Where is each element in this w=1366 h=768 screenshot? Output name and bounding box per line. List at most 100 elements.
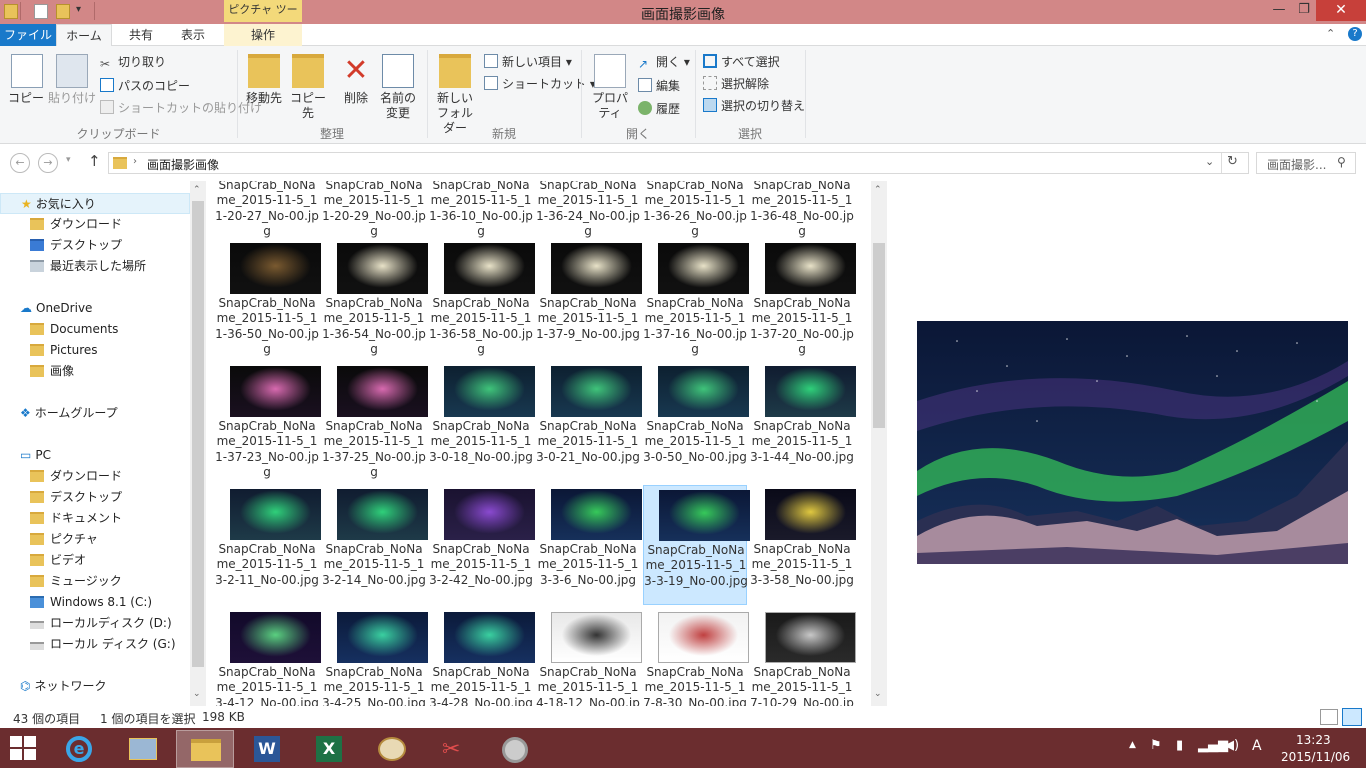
file-item[interactable]: SnapCrab_NoName_2015-11-5_13-4-12_No-00.…: [215, 608, 321, 706]
nav-onedrive[interactable]: ☁ OneDrive: [0, 298, 190, 319]
cut-button[interactable]: ✂ 切り取り: [100, 52, 166, 72]
nav-downloads[interactable]: ダウンロード: [0, 214, 190, 235]
tab-file[interactable]: ファイル: [0, 24, 56, 46]
file-item[interactable]: SnapCrab_NoName_2015-11-5_11-36-24_No-00…: [536, 181, 640, 241]
clock-time[interactable]: 13:23: [1296, 733, 1331, 747]
back-button[interactable]: ←: [10, 153, 30, 173]
word-icon[interactable]: W: [238, 730, 296, 768]
nav-pc-documents[interactable]: ドキュメント: [0, 508, 190, 529]
edit-button[interactable]: 編集: [638, 76, 680, 96]
file-explorer-icon[interactable]: [176, 730, 234, 768]
file-item[interactable]: SnapCrab_NoName_2015-11-5_11-37-16_No-00…: [643, 239, 749, 359]
nav-drive-g[interactable]: ローカル ディスク (G:): [0, 634, 190, 655]
internet-explorer-icon[interactable]: e: [50, 730, 108, 768]
nav-pc-pictures[interactable]: ピクチャ: [0, 529, 190, 550]
nav-documents[interactable]: Documents: [0, 319, 190, 340]
forward-button[interactable]: →: [38, 153, 58, 173]
file-item[interactable]: SnapCrab_NoName_2015-11-5_13-3-58_No-00.…: [750, 485, 856, 605]
nav-pc-downloads[interactable]: ダウンロード: [0, 466, 190, 487]
clock-date[interactable]: 2015/11/06: [1281, 750, 1350, 764]
file-item[interactable]: SnapCrab_NoName_2015-11-5_13-0-50_No-00.…: [643, 362, 749, 482]
rename-button[interactable]: 名前の 変更: [378, 54, 418, 121]
file-item[interactable]: SnapCrab_NoName_2015-11-5_13-3-19_No-00.…: [643, 485, 750, 605]
large-icons-view-icon[interactable]: [1342, 708, 1362, 726]
address-dropdown-icon[interactable]: ⌄: [1205, 155, 1214, 168]
delete-button[interactable]: ✕ 削除: [338, 54, 374, 106]
mail-icon[interactable]: [114, 730, 172, 768]
up-button[interactable]: ↑: [88, 152, 101, 170]
select-none-button[interactable]: 選択解除: [703, 74, 769, 94]
collapse-ribbon-icon[interactable]: ⌃: [1326, 27, 1335, 40]
file-item[interactable]: SnapCrab_NoName_2015-11-5_13-2-14_No-00.…: [322, 485, 428, 605]
nav-favorites[interactable]: ★ お気に入り: [0, 193, 190, 214]
file-item[interactable]: SnapCrab_NoName_2015-11-5_11-37-20_No-00…: [750, 239, 856, 359]
search-input[interactable]: 画面撮影... ⚲: [1256, 152, 1356, 174]
file-item[interactable]: SnapCrab_NoName_2015-11-5_11-37-23_No-00…: [215, 362, 321, 482]
file-item[interactable]: SnapCrab_NoName_2015-11-5_11-36-58_No-00…: [429, 239, 535, 359]
search-icon[interactable]: ⚲: [1337, 155, 1346, 169]
start-button[interactable]: [10, 736, 36, 760]
file-item[interactable]: SnapCrab_NoName_2015-11-5_13-0-18_No-00.…: [429, 362, 535, 482]
tab-manage[interactable]: 操作: [224, 24, 302, 46]
battery-icon[interactable]: ▮: [1176, 738, 1183, 753]
nav-homegroup[interactable]: ❖ ホームグループ: [0, 403, 190, 424]
close-button[interactable]: ✕: [1316, 0, 1366, 21]
file-item[interactable]: SnapCrab_NoName_2015-11-5_11-20-27_No-00…: [215, 181, 319, 241]
flag-icon[interactable]: ⚑: [1150, 738, 1162, 753]
copy-button[interactable]: コピー: [6, 54, 46, 106]
minimize-button[interactable]: —: [1266, 0, 1292, 22]
nav-images[interactable]: 画像: [0, 361, 190, 382]
shortcut-button[interactable]: ショートカット ▾: [484, 74, 596, 94]
ime-indicator[interactable]: A: [1252, 738, 1262, 754]
file-item[interactable]: SnapCrab_NoName_2015-11-5_11-36-48_No-00…: [750, 181, 854, 241]
file-item[interactable]: SnapCrab_NoName_2015-11-5_11-20-29_No-00…: [322, 181, 426, 241]
file-item[interactable]: SnapCrab_NoName_2015-11-5_17-8-30_No-00.…: [643, 608, 749, 706]
nav-scroll-thumb[interactable]: [192, 201, 204, 667]
new-item-button[interactable]: 新しい項目 ▾: [484, 52, 572, 72]
tab-view[interactable]: 表示: [170, 24, 216, 46]
file-item[interactable]: SnapCrab_NoName_2015-11-5_11-36-26_No-00…: [643, 181, 747, 241]
file-item[interactable]: SnapCrab_NoName_2015-11-5_14-18-12_No-00…: [536, 608, 642, 706]
move-to-button[interactable]: 移動先: [242, 54, 286, 106]
file-item[interactable]: SnapCrab_NoName_2015-11-5_13-2-11_No-00.…: [215, 485, 321, 605]
nav-recent[interactable]: 最近表示した場所: [0, 256, 190, 277]
nav-pc-desktop[interactable]: デスクトップ: [0, 487, 190, 508]
nav-pc-videos[interactable]: ビデオ: [0, 550, 190, 571]
file-item[interactable]: SnapCrab_NoName_2015-11-5_13-1-44_No-00.…: [750, 362, 856, 482]
scroll-down-icon[interactable]: ⌄: [874, 689, 882, 699]
nav-scrollbar[interactable]: ⌃ ⌄: [190, 181, 206, 706]
breadcrumb-current[interactable]: 画面撮影画像: [147, 156, 219, 173]
select-all-button[interactable]: すべて選択: [703, 52, 780, 72]
properties-button[interactable]: プロパティ: [586, 54, 634, 121]
details-view-icon[interactable]: [1320, 709, 1338, 725]
recent-locations-icon[interactable]: ▾: [66, 155, 71, 165]
help-icon[interactable]: ?: [1348, 27, 1362, 41]
nav-network[interactable]: ⌬ ネットワーク: [0, 676, 190, 697]
scroll-up-icon[interactable]: ⌃: [874, 185, 882, 195]
maximize-button[interactable]: ❐: [1291, 0, 1317, 22]
snapcrab-icon[interactable]: ✂: [424, 730, 482, 768]
open-button[interactable]: ↗ 開く ▾: [638, 52, 690, 72]
nav-drive-d[interactable]: ローカルディスク (D:): [0, 613, 190, 634]
nav-pc[interactable]: ▭ PC: [0, 445, 190, 466]
excel-icon[interactable]: X: [300, 730, 358, 768]
file-item[interactable]: SnapCrab_NoName_2015-11-5_13-0-21_No-00.…: [536, 362, 642, 482]
refresh-icon[interactable]: ↻: [1227, 154, 1238, 169]
file-item[interactable]: SnapCrab_NoName_2015-11-5_13-4-25_No-00.…: [322, 608, 428, 706]
tab-home[interactable]: ホーム: [56, 24, 112, 47]
tab-share[interactable]: 共有: [118, 24, 164, 46]
nav-drive-c[interactable]: Windows 8.1 (C:): [0, 592, 190, 613]
file-item[interactable]: SnapCrab_NoName_2015-11-5_13-3-6_No-00.j…: [536, 485, 642, 605]
file-item[interactable]: SnapCrab_NoName_2015-11-5_11-36-54_No-00…: [322, 239, 428, 359]
nav-pictures[interactable]: Pictures: [0, 340, 190, 361]
paint-icon[interactable]: [362, 730, 420, 768]
breadcrumb-chevron-icon[interactable]: ›: [133, 156, 137, 167]
file-item[interactable]: SnapCrab_NoName_2015-11-5_17-10-29_No-00…: [750, 608, 856, 706]
file-item[interactable]: SnapCrab_NoName_2015-11-5_11-37-25_No-00…: [322, 362, 428, 482]
files-scrollbar[interactable]: ⌃ ⌄: [871, 181, 887, 706]
show-hidden-icons-icon[interactable]: ▲: [1129, 740, 1136, 750]
history-button[interactable]: 履歴: [638, 99, 680, 119]
new-folder-button[interactable]: 新しい フォルダー: [432, 54, 478, 136]
address-box[interactable]: › 画面撮影画像 ⌄ ↻: [108, 152, 1249, 174]
file-item[interactable]: SnapCrab_NoName_2015-11-5_11-36-10_No-00…: [429, 181, 533, 241]
